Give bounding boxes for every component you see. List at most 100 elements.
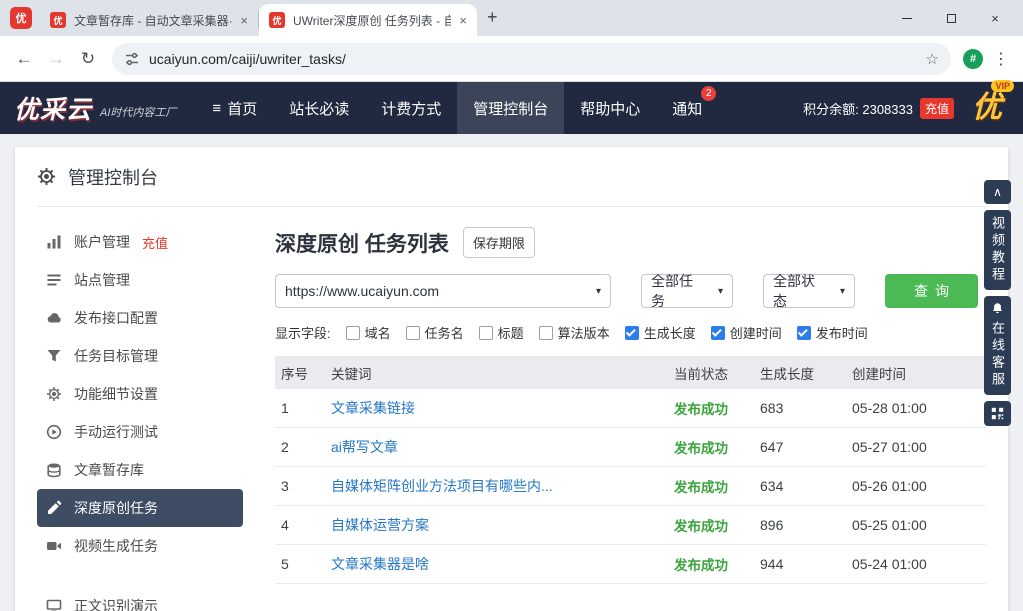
cell-index: 5 [275,556,325,572]
sidebar-item-task-targets[interactable]: 任务目标管理 [37,337,243,375]
nav-item-help[interactable]: 帮助中心 [564,82,656,134]
sidebar-item-manual-test[interactable]: 手动运行测试 [37,413,243,451]
checkbox-icon[interactable] [539,326,553,340]
chevron-down-icon: ▾ [582,286,601,297]
status-badge: 发布成功 [674,480,728,495]
save-period-button[interactable]: 保存期限 [463,227,535,258]
close-window-button[interactable]: × [973,0,1017,36]
col-header-index: 序号 [275,363,325,383]
checkbox-icon[interactable] [711,326,725,340]
status-select-value: 全部状态 [773,271,826,311]
sidebar-label: 任务目标管理 [74,346,158,366]
checkbox-icon[interactable] [406,326,420,340]
task-select[interactable]: 全部任务 ▾ [641,274,733,308]
recharge-button[interactable]: 充值 [920,98,954,119]
nav-item-notifications[interactable]: 通知 2 [656,82,718,134]
sidebar-label: 发布接口配置 [74,308,158,328]
sidebar-item-article-store[interactable]: 文章暂存库 [37,451,243,489]
checkbox-icon[interactable] [797,326,811,340]
video-tutorial-button[interactable]: 视频教程 [984,210,1011,290]
maximize-button[interactable] [929,0,973,36]
field-checkbox-publish-time[interactable]: 发布时间 [797,323,868,342]
back-icon[interactable]: ← [12,49,36,69]
forward-icon[interactable]: → [44,49,68,69]
sidebar-item-sites[interactable]: 站点管理 [37,261,243,299]
nav-label: 首页 [227,98,257,119]
chevron-up-icon: ∧ [993,186,1002,198]
nav-item-home[interactable]: ≡ 首页 [196,82,273,134]
field-checkbox-title[interactable]: 标题 [479,323,524,342]
maximize-icon [947,14,956,23]
keyword-link[interactable]: 自媒体运营方案 [331,517,429,533]
table-row: 3 自媒体矩阵创业方法项目有哪些内... 发布成功 634 05-26 01:0… [275,467,986,506]
sidebar-item-video-tasks[interactable]: 视频生成任务 [37,527,243,565]
checkbox-icon[interactable] [346,326,360,340]
nav-item-console[interactable]: 管理控制台 [457,82,564,134]
browser-menu-icon[interactable]: ⋮ [991,49,1011,69]
card-body: 账户管理 充值 站点管理 发布接口配置 任务目标管理 功能细节设置 [37,207,986,611]
sidebar-item-content-recognition[interactable]: 正文识别演示 [37,587,243,611]
status-badge: 发布成功 [674,441,728,456]
status-select[interactable]: 全部状态 ▾ [763,274,855,308]
minimize-icon [902,18,912,19]
keyword-link[interactable]: 文章采集链接 [331,400,415,416]
cell-length: 647 [754,439,846,455]
tab-title: UWriter深度原创 任务列表 - 自 [293,12,451,29]
tune-icon[interactable] [124,51,140,67]
browser-toolbar: ← → ↻ ucaiyun.com/caiji/uwriter_tasks/ ☆… [0,36,1023,82]
checkbox-icon[interactable] [625,326,639,340]
table-row: 2 ai帮写文章 发布成功 647 05-27 01:00 [275,428,986,467]
minimize-button[interactable] [885,0,929,36]
tasks-table: 序号 关键词 当前状态 生成长度 创建时间 1 文章采集链接 发布成功 683 … [275,356,986,584]
address-bar[interactable]: ucaiyun.com/caiji/uwriter_tasks/ ☆ [112,43,951,75]
keyword-link[interactable]: ai帮写文章 [331,439,398,455]
site-logo[interactable]: 优采云 [14,90,92,126]
browser-logo-icon: 优 [10,7,32,29]
checkbox-label: 算法版本 [558,323,610,342]
browser-tab-strip: 优 优 文章暂存库 - 自动文章采集器· × 优 UWriter深度原创 任务列… [0,0,1023,36]
sidebar-item-account[interactable]: 账户管理 充值 [37,223,243,261]
sidebar-label: 正文识别演示 [74,596,158,611]
checkbox-label: 域名 [365,323,391,342]
nav-item-billing[interactable]: 计费方式 [365,82,457,134]
sidebar-label: 文章暂存库 [74,460,144,480]
cell-index: 4 [275,517,325,533]
nav-item-must-read[interactable]: 站长必读 [273,82,365,134]
online-service-button[interactable]: 在线客服 [984,296,1011,395]
cell-created: 05-26 01:00 [846,478,986,494]
cell-index: 2 [275,439,325,455]
field-checkbox-algo-version[interactable]: 算法版本 [539,323,610,342]
field-checkbox-task-name[interactable]: 任务名 [406,323,464,342]
checkbox-icon[interactable] [479,326,493,340]
field-checkbox-gen-length[interactable]: 生成长度 [625,323,696,342]
field-checkbox-domain[interactable]: 域名 [346,323,391,342]
sidebar-item-publish-api[interactable]: 发布接口配置 [37,299,243,337]
checkbox-label: 任务名 [425,323,464,342]
close-tab-icon[interactable]: × [459,13,467,28]
extension-icon[interactable]: # [963,49,983,69]
site-select[interactable]: https://www.ucaiyun.com ▾ [275,274,611,308]
sidebar-item-deep-original-tasks[interactable]: 深度原创任务 [37,489,243,527]
collapse-button[interactable]: ∧ [984,180,1011,204]
browser-tab-2-active[interactable]: 优 UWriter深度原创 任务列表 - 自 × [259,4,477,36]
reload-icon[interactable]: ↻ [76,49,100,69]
sidebar-item-feature-settings[interactable]: 功能细节设置 [37,375,243,413]
play-circle-icon [46,424,62,440]
keyword-link[interactable]: 自媒体矩阵创业方法项目有哪些内... [331,478,553,494]
field-checkbox-create-time[interactable]: 创建时间 [711,323,782,342]
browser-tab-1[interactable]: 优 文章暂存库 - 自动文章采集器· × [40,4,258,36]
cell-length: 683 [754,400,846,416]
query-button[interactable]: 查询 [885,274,978,308]
cell-index: 3 [275,478,325,494]
vip-logo[interactable]: 优 VIP [965,84,1009,132]
close-tab-icon[interactable]: × [240,13,248,28]
keyword-link[interactable]: 文章采集器是啥 [331,556,429,572]
bookmark-star-icon[interactable]: ☆ [926,50,939,68]
new-tab-button[interactable]: + [487,7,498,28]
url-text[interactable]: ucaiyun.com/caiji/uwriter_tasks/ [149,51,917,67]
qr-code-button[interactable] [984,401,1011,426]
table-row: 4 自媒体运营方案 发布成功 896 05-25 01:00 [275,506,986,545]
site-select-value: https://www.ucaiyun.com [285,283,439,299]
sidebar-recharge-link[interactable]: 充值 [142,233,168,252]
filter-row: https://www.ucaiyun.com ▾ 全部任务 ▾ 全部状态 ▾ … [275,274,986,308]
